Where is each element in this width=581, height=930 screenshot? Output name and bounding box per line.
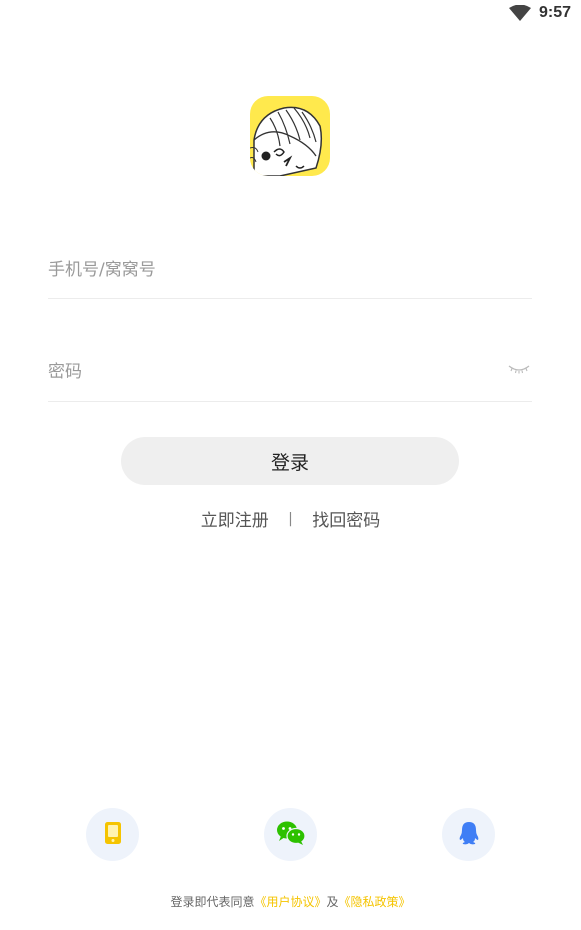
wechat-login-button[interactable] xyxy=(264,808,317,861)
phone-login-button[interactable] xyxy=(86,808,139,861)
user-agreement-link[interactable]: 《用户协议》 xyxy=(254,895,326,909)
forgot-password-link[interactable]: 找回密码 xyxy=(312,511,380,531)
login-button[interactable]: 登录 xyxy=(121,437,459,485)
status-bar: 9:57 xyxy=(0,0,581,30)
phone-field xyxy=(48,246,532,299)
status-right: 9:57 xyxy=(508,4,571,22)
password-input[interactable] xyxy=(48,348,488,396)
eye-closed-icon[interactable] xyxy=(508,362,530,376)
agreement-text: 登录即代表同意《用户协议》及《隐私政策》 xyxy=(0,893,581,910)
links-separator: | xyxy=(288,510,293,527)
privacy-policy-link[interactable]: 《隐私政策》 xyxy=(339,895,411,909)
app-logo-icon xyxy=(250,96,330,176)
qq-login-button[interactable] xyxy=(442,808,495,861)
wechat-icon xyxy=(276,820,306,850)
agreement-and: 及 xyxy=(326,895,339,909)
wifi-icon xyxy=(508,5,531,21)
agreement-prefix: 登录即代表同意 xyxy=(170,895,255,909)
phone-icon xyxy=(104,821,122,849)
qq-icon xyxy=(458,821,480,849)
status-time: 9:57 xyxy=(538,4,571,21)
password-field xyxy=(48,348,532,402)
phone-input[interactable] xyxy=(48,246,488,294)
auth-links: 立即注册 | 找回密码 xyxy=(0,506,581,532)
register-link[interactable]: 立即注册 xyxy=(201,511,269,531)
